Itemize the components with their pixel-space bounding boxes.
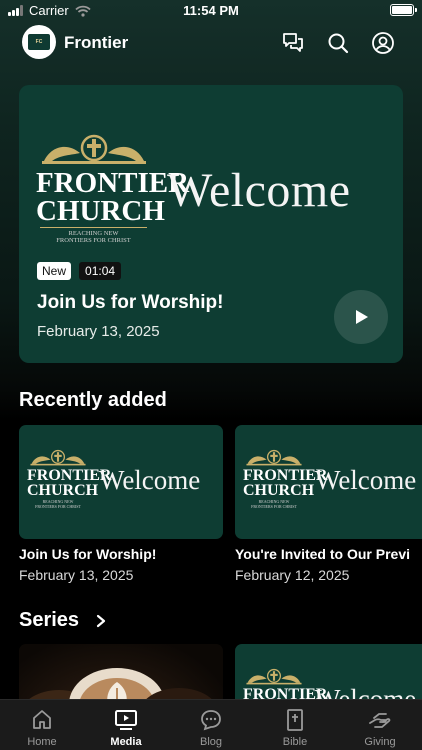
tab-media[interactable]: Media: [84, 700, 168, 750]
card-logo: FRONTIER CHURCH REACHING NEW FRONTIERS F…: [243, 449, 328, 509]
media-card[interactable]: FRONTIER CHURCH REACHING NEW FRONTIERS F…: [19, 425, 223, 539]
tab-blog[interactable]: Blog: [169, 700, 253, 750]
giving-icon: [369, 713, 391, 728]
hero-welcome-text: Welcome: [167, 164, 351, 217]
tab-label: Home: [27, 736, 57, 748]
avatar-logo-icon: FC: [28, 34, 50, 50]
cross-crest-icon: [246, 668, 302, 685]
app-header: FC Frontier: [0, 25, 422, 61]
logo-line-frontier: FRONTIER: [36, 167, 190, 199]
tab-bible[interactable]: Bible: [253, 700, 337, 750]
chat-icon[interactable]: [281, 31, 305, 55]
home-icon: [33, 710, 51, 729]
play-button[interactable]: [334, 290, 388, 344]
battery-icon: [390, 4, 417, 16]
bottom-tab-bar: Home Media Blog Bible Giving: [0, 699, 422, 750]
hero-badges: New 01:04: [37, 262, 122, 280]
tab-home[interactable]: Home: [0, 700, 84, 750]
church-logo: FRONTIER CHURCH REACHING NEW FRONTIERS F…: [36, 133, 190, 245]
recently-added-heading: Recently added: [19, 389, 167, 411]
series-heading[interactable]: Series: [19, 609, 79, 632]
cross-crest-icon: [41, 134, 146, 164]
church-avatar[interactable]: FC: [22, 25, 56, 59]
bible-icon: [287, 709, 303, 731]
logo-tagline-2: FRONTIERS FOR CHRIST: [56, 237, 131, 245]
card-welcome-text: Welcome: [315, 465, 417, 495]
status-time: 11:54 PM: [183, 3, 239, 18]
search-icon[interactable]: [326, 31, 350, 55]
chevron-right-icon[interactable]: [95, 614, 107, 628]
play-icon: [356, 310, 368, 324]
profile-icon[interactable]: [371, 31, 395, 55]
tab-label: Giving: [364, 736, 396, 748]
hero-date: February 13, 2025: [37, 323, 160, 340]
cross-crest-icon: [30, 449, 86, 466]
media-icon: [115, 710, 137, 730]
new-badge: New: [37, 262, 72, 280]
tab-label: Bible: [282, 736, 308, 748]
card-title[interactable]: Join Us for Worship!: [19, 546, 156, 562]
hero-title: Join Us for Worship!: [37, 292, 224, 313]
featured-media-card[interactable]: FRONTIER CHURCH REACHING NEW FRONTIERS F…: [19, 85, 403, 363]
logo-line-frontier: FRONTIER: [27, 467, 112, 484]
logo-line-frontier: FRONTIER: [243, 467, 328, 484]
logo-line-church: CHURCH: [27, 482, 99, 500]
cross-crest-icon: [246, 449, 302, 466]
tab-label: Blog: [199, 736, 223, 748]
app-title: Frontier: [64, 33, 129, 52]
card-date: February 12, 2025: [235, 567, 350, 583]
duration-badge: 01:04: [79, 262, 122, 280]
tab-label: Media: [110, 736, 142, 748]
media-card[interactable]: FRONTIER CHURCH REACHING NEW FRONTIERS F…: [235, 425, 422, 539]
card-date: February 13, 2025: [19, 567, 134, 583]
card-title[interactable]: You're Invited to Our Previ: [235, 546, 422, 562]
card-logo: FRONTIER CHURCH REACHING NEW FRONTIERS F…: [27, 449, 112, 509]
logo-tagline-1: REACHING NEW: [68, 230, 119, 238]
status-bar: Carrier 11:54 PM: [0, 0, 422, 22]
card-logo: FRONTIER: [243, 668, 327, 703]
logo-tagline-2: FRONTIERS FOR CHRIST: [251, 503, 297, 509]
card-welcome-text: Welcome: [99, 465, 201, 495]
blog-icon: [201, 710, 221, 731]
logo-tagline-2: FRONTIERS FOR CHRIST: [35, 503, 81, 509]
tab-giving[interactable]: Giving: [338, 700, 422, 750]
logo-line-church: CHURCH: [36, 194, 165, 227]
logo-line-church: CHURCH: [243, 482, 315, 500]
app-screen: Carrier 11:54 PM FC Frontier FRONTIER CH…: [0, 0, 422, 750]
